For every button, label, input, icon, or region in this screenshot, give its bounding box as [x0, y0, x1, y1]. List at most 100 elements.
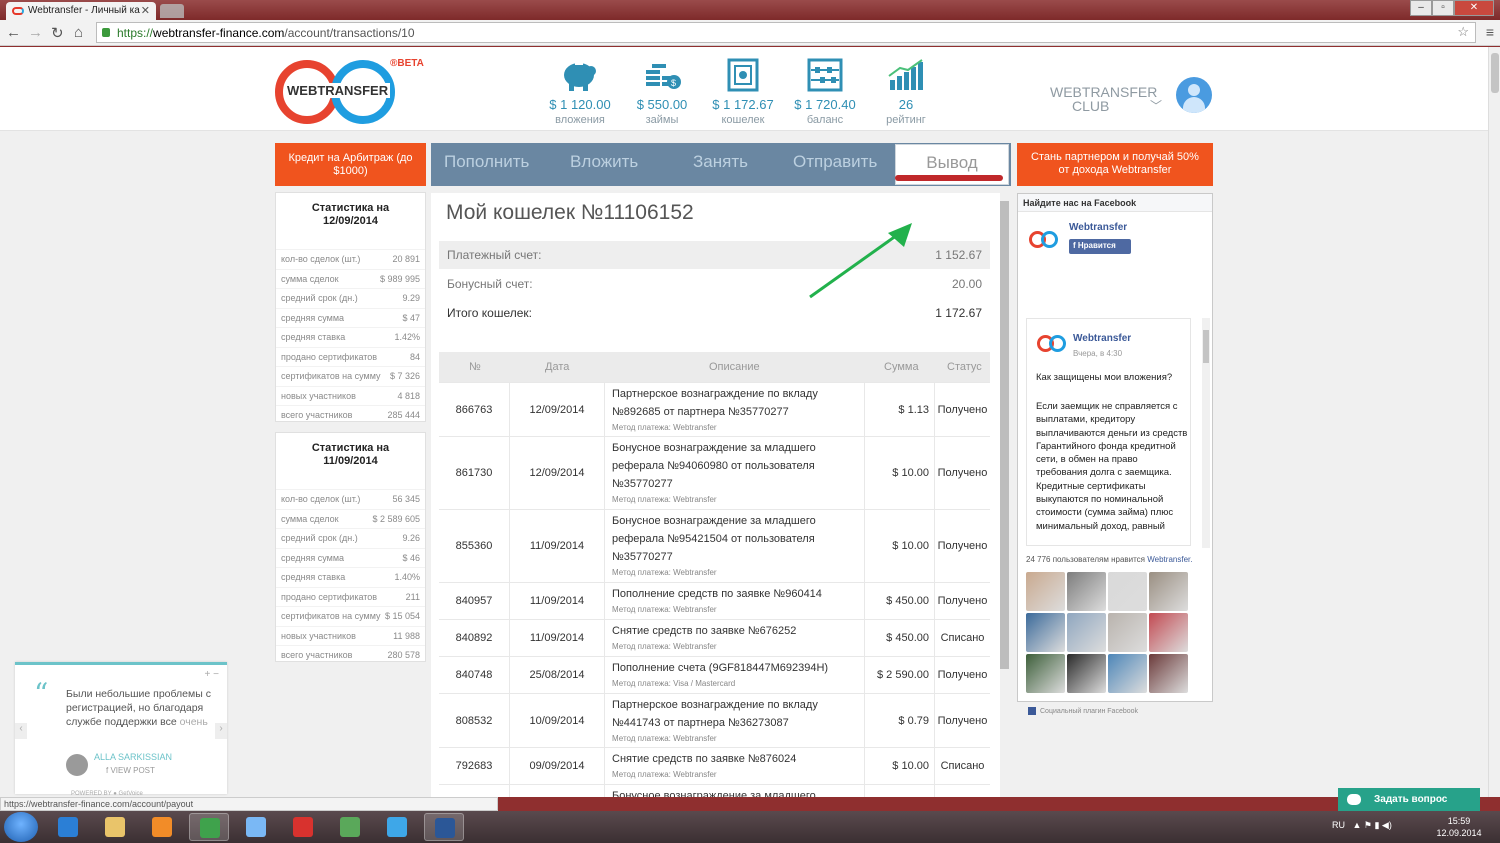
stat-balance[interactable]: $ 1 720.40 баланс: [785, 55, 865, 126]
clock[interactable]: 15:59 12.09.2014: [1434, 815, 1484, 839]
fan-photo[interactable]: [1149, 654, 1188, 693]
post-author[interactable]: Webtransfer: [1073, 333, 1131, 344]
stat-value: $ 1 120.00: [549, 97, 611, 112]
webtransfer-logo[interactable]: WEBTRANSFER: [273, 59, 398, 125]
table-row[interactable]: 840957 11/09/2014 Пополнение средств по за…: [439, 582, 990, 619]
explorer-icon[interactable]: [95, 813, 135, 841]
table-row[interactable]: 866763 12/09/2014 Партнерское вознагражден…: [439, 382, 990, 436]
facebook-like-button[interactable]: f Нравится: [1069, 239, 1131, 254]
cell-status: Получено: [937, 467, 988, 479]
minimize-icon[interactable]: –: [1410, 0, 1432, 16]
word-icon[interactable]: [424, 813, 464, 841]
partner-promo-button[interactable]: Стань партнером и получай 50% от дохода …: [1017, 143, 1213, 186]
tab-invest[interactable]: Вложить: [570, 152, 638, 172]
logo-text: WEBTRANSFER: [285, 83, 391, 98]
stat-row-label: кол-во сделок (шт.): [281, 254, 361, 265]
stat-row: новых участников 4 818: [276, 385, 425, 406]
new-tab-button[interactable]: [160, 4, 184, 18]
table-row[interactable]: 840892 11/09/2014 Снятие средств по заявке…: [439, 619, 990, 656]
volume-app-icon[interactable]: [236, 813, 276, 841]
fan-photo[interactable]: [1108, 654, 1147, 693]
col-status[interactable]: Статус: [947, 361, 982, 373]
forward-icon[interactable]: →: [28, 24, 43, 41]
fan-photo[interactable]: [1108, 613, 1147, 652]
fan-photo[interactable]: [1067, 572, 1106, 611]
fan-photo[interactable]: [1026, 613, 1065, 652]
skype-icon[interactable]: [377, 813, 417, 841]
fan-photo[interactable]: [1026, 654, 1065, 693]
post-time[interactable]: Вчера, в 4:30: [1073, 349, 1122, 358]
language-indicator[interactable]: RU: [1332, 820, 1345, 830]
bookmark-star-icon[interactable]: ☆: [1457, 24, 1469, 40]
transaction-description: Бонусное вознаграждение за младшего: [612, 790, 816, 797]
browser-tab[interactable]: Webtransfer - Личный ка ✕: [6, 2, 156, 20]
tab-deposit[interactable]: Пополнить: [444, 152, 529, 172]
testimonial-author[interactable]: ALLA SARKISSIAN: [94, 752, 172, 762]
fan-photo[interactable]: [1026, 572, 1065, 611]
stat-value: $ 1 172.67: [712, 97, 774, 112]
facebook-plugin-label[interactable]: Социальный плагин Facebook: [1028, 707, 1138, 715]
address-bar[interactable]: https://webtransfer-finance.com/account/…: [96, 22, 1476, 43]
avatar[interactable]: [1176, 77, 1212, 113]
transaction-description: Партнерское вознаграждение по вкладу №44…: [612, 699, 818, 729]
reload-icon[interactable]: ↻: [51, 24, 64, 42]
tab-send[interactable]: Отправить: [793, 152, 877, 172]
stat-value: 26: [898, 97, 914, 112]
stat-investments[interactable]: $ 1 120.00 вложения: [540, 55, 620, 126]
next-arrow-icon[interactable]: ›: [215, 723, 227, 739]
table-row[interactable]: Бонусное вознаграждение за младшего: [439, 784, 990, 797]
facebook-page-name[interactable]: Webtransfer: [1069, 222, 1127, 233]
col-amount[interactable]: Сумма: [884, 361, 919, 373]
close-window-icon[interactable]: ✕: [1454, 0, 1494, 16]
fan-photo[interactable]: [1108, 572, 1147, 611]
expand-collapse-icon[interactable]: + −: [205, 669, 219, 680]
ask-question-button[interactable]: Задать вопрос: [1338, 788, 1480, 811]
view-post-link[interactable]: f VIEW POST: [106, 766, 155, 775]
cell-status: [935, 785, 990, 797]
beta-badge: ®BETA: [390, 58, 424, 69]
stat-row: сумма сделок $ 989 995: [276, 268, 425, 289]
stat-rating[interactable]: 26 рейтинг: [866, 55, 946, 126]
table-row[interactable]: 840748 25/08/2014 Пополнение счета (9GF818…: [439, 656, 990, 693]
stat-wallet[interactable]: $ 1 172.67 кошелек: [703, 55, 783, 126]
fan-photo[interactable]: [1149, 572, 1188, 611]
transaction-description: Партнерское вознаграждение по вкладу №89…: [612, 388, 818, 418]
webtransfer-page-logo[interactable]: [1029, 231, 1059, 249]
club-label[interactable]: WEBTRANSFER CLUB: [1050, 85, 1157, 113]
stat-label: рейтинг: [886, 114, 926, 126]
transaction-description: Бонусное вознаграждение за младшего рефе…: [612, 442, 816, 490]
media-player-icon[interactable]: [142, 813, 182, 841]
cell-amount: [865, 785, 935, 797]
table-row[interactable]: 861730 12/09/2014 Бонусное вознаграждение …: [439, 436, 990, 509]
ie-icon[interactable]: [48, 813, 88, 841]
browser-menu-icon[interactable]: ≡: [1486, 24, 1494, 40]
close-tab-icon[interactable]: ✕: [141, 4, 150, 17]
fan-photo[interactable]: [1067, 654, 1106, 693]
start-button[interactable]: [4, 812, 38, 842]
table-row[interactable]: 808532 10/09/2014 Партнерское вознагражден…: [439, 693, 990, 747]
stat-row-label: сертификатов на сумму: [281, 611, 381, 622]
page-scrollbar[interactable]: [1488, 47, 1500, 797]
back-icon[interactable]: ←: [6, 24, 21, 41]
table-row[interactable]: 855360 11/09/2014 Бонусное вознаграждение …: [439, 509, 990, 582]
yandex-icon[interactable]: [283, 813, 323, 841]
panel-scrollbar[interactable]: [1000, 193, 1009, 797]
fan-photo[interactable]: [1067, 613, 1106, 652]
coins-icon: $: [622, 55, 702, 95]
stat-loans[interactable]: $ $ 550.00 займы: [622, 55, 702, 126]
prev-arrow-icon[interactable]: ‹: [15, 723, 27, 739]
stat-row-value: 1.42%: [394, 332, 420, 343]
table-row[interactable]: 792683 09/09/2014 Снятие средств по заявке…: [439, 747, 990, 784]
tab-borrow[interactable]: Занять: [693, 152, 748, 172]
chrome-icon[interactable]: [189, 813, 229, 841]
facebook-feed-scrollbar[interactable]: [1202, 318, 1210, 548]
cell-desc: Бонусное вознаграждение за младшего: [605, 785, 865, 797]
maximize-icon[interactable]: ▫: [1432, 0, 1454, 16]
home-icon[interactable]: ⌂: [74, 24, 83, 41]
chevron-down-icon[interactable]: ﹀: [1150, 97, 1162, 114]
arbitrage-credit-button[interactable]: Кредит на Арбитраж (до $1000): [275, 143, 426, 186]
download-icon[interactable]: [330, 813, 370, 841]
fan-photo[interactable]: [1149, 613, 1188, 652]
transaction-description: Снятие средств по заявке №876024: [612, 753, 797, 765]
piggy-bank-icon: [540, 55, 620, 95]
